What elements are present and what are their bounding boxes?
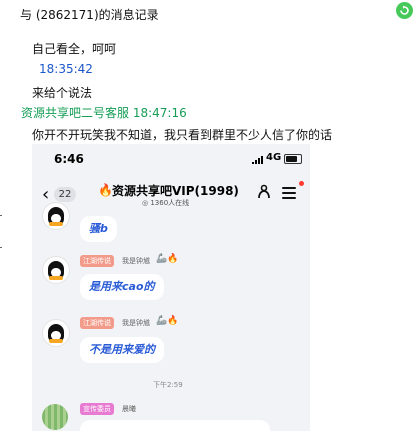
online-count-text: 1360人在线	[150, 199, 190, 207]
chevron-left-icon: ‹	[42, 184, 50, 205]
embedded-screenshot[interactable]: 6:46 4G ‹ 22 🔥 资源共享吧VIP(1998) ◎ 1360人在线 …	[32, 144, 310, 431]
member-nickname: 我是钟馗	[122, 319, 150, 327]
team-icon[interactable]	[256, 184, 272, 200]
network-label: 4G	[266, 152, 282, 163]
message-text: 来给个说法	[32, 86, 93, 100]
close-icon[interactable]	[396, 2, 413, 19]
battery-icon	[284, 154, 302, 164]
fire-icon: 🔥	[98, 183, 113, 197]
chat-bubble[interactable]: 骚b	[80, 216, 117, 242]
signal-icon	[252, 156, 263, 164]
chat-bubble[interactable]	[80, 420, 270, 431]
member-nickname: 我是钟馗	[122, 257, 150, 265]
message-text: 你开不开玩笑我不知道，我只看到群里不少人信了你的话	[32, 128, 333, 142]
chat-bubble[interactable]: 不是用来爱的	[80, 337, 164, 363]
time-divider: 下午2:59	[153, 381, 183, 389]
notification-dot	[299, 181, 304, 186]
online-count: ◎ 1360人在线	[142, 199, 190, 207]
member-title-tag: 江湖传说	[80, 317, 114, 329]
unread-count-badge: 22	[54, 187, 76, 202]
member-title-tag: 宣传委员	[80, 403, 114, 415]
member-nickname: 晨曦	[122, 405, 136, 413]
member-badge-icon: 🦾🔥	[156, 316, 179, 326]
menu-icon[interactable]	[282, 187, 296, 199]
message-sender: 资源共享吧二号客服 18:47:16	[21, 106, 187, 120]
penguin-avatar-icon[interactable]	[42, 202, 70, 230]
group-name[interactable]: 资源共享吧VIP(1998)	[112, 182, 239, 199]
member-title-tag: 江湖传说	[80, 255, 114, 267]
window-header: 与 (2862171)的消息记录	[0, 0, 417, 27]
penguin-avatar-icon[interactable]	[42, 256, 70, 284]
message-timestamp: 18:35:42	[39, 62, 93, 76]
edge-mark	[0, 215, 2, 216]
message-text: 自己看全，呵呵	[32, 42, 117, 56]
edge-mark	[0, 247, 2, 248]
window-title: 与 (2862171)的消息记录	[20, 8, 159, 22]
chat-bubble[interactable]: 是用来cao的	[80, 274, 164, 300]
member-badge-icon: 🦾🔥	[156, 254, 179, 264]
status-time: 6:46	[54, 152, 84, 166]
penguin-avatar-icon[interactable]	[42, 319, 70, 347]
member-avatar[interactable]	[42, 404, 68, 430]
